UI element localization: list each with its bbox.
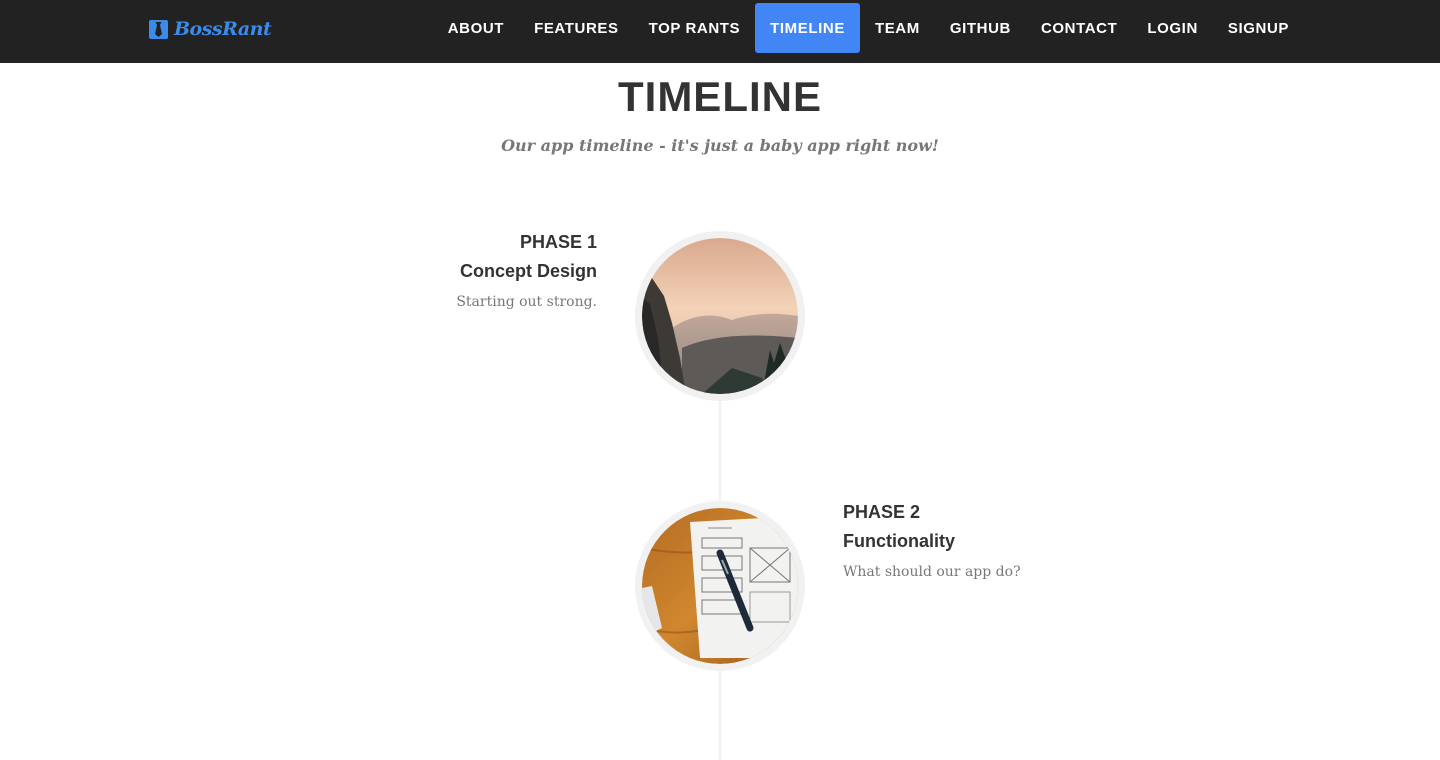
timeline-panel-phase-1: PHASE 1 Concept Design Starting out stro… xyxy=(297,228,597,310)
section-heading: TIMELINE xyxy=(618,73,822,120)
timeline-phase-title: Concept Design xyxy=(459,261,597,281)
section-subheading: Our app timeline - it's just a baby app … xyxy=(501,136,939,155)
timeline-image-phase-1 xyxy=(635,231,805,401)
timeline-phase-label: PHASE 1 xyxy=(519,232,597,252)
timeline-phase-description: What should our app do? xyxy=(843,564,1021,580)
navbar: BossRant ABOUT FEATURES TOP RANTS TIMELI… xyxy=(0,0,1440,63)
nav-item-timeline[interactable]: TIMELINE xyxy=(755,3,860,53)
timeline-phase-description: Starting out strong. xyxy=(456,294,597,310)
nav-item-signup[interactable]: SIGNUP xyxy=(1213,3,1304,53)
tie-icon xyxy=(149,20,168,39)
nav-item-contact[interactable]: CONTACT xyxy=(1026,3,1132,53)
nav-item-login[interactable]: LOGIN xyxy=(1132,3,1213,53)
mountain-valley-photo xyxy=(642,238,798,394)
timeline-phase-title: Functionality xyxy=(843,531,955,551)
brand-logo[interactable]: BossRant xyxy=(149,14,272,44)
timeline-panel-phase-2: PHASE 2 Functionality What should our ap… xyxy=(843,498,1143,580)
timeline-image-phase-2 xyxy=(635,501,805,671)
nav-menu: ABOUT FEATURES TOP RANTS TIMELINE TEAM G… xyxy=(433,3,1304,53)
nav-item-features[interactable]: FEATURES xyxy=(519,3,634,53)
timeline-phase-label: PHASE 2 xyxy=(843,502,921,522)
nav-item-github[interactable]: GITHUB xyxy=(935,3,1026,53)
brand-text: BossRant xyxy=(174,18,272,40)
wireframe-sketch-photo xyxy=(642,508,798,664)
nav-item-about[interactable]: ABOUT xyxy=(433,3,519,53)
nav-item-top-rants[interactable]: TOP RANTS xyxy=(634,3,756,53)
nav-item-team[interactable]: TEAM xyxy=(860,3,935,53)
